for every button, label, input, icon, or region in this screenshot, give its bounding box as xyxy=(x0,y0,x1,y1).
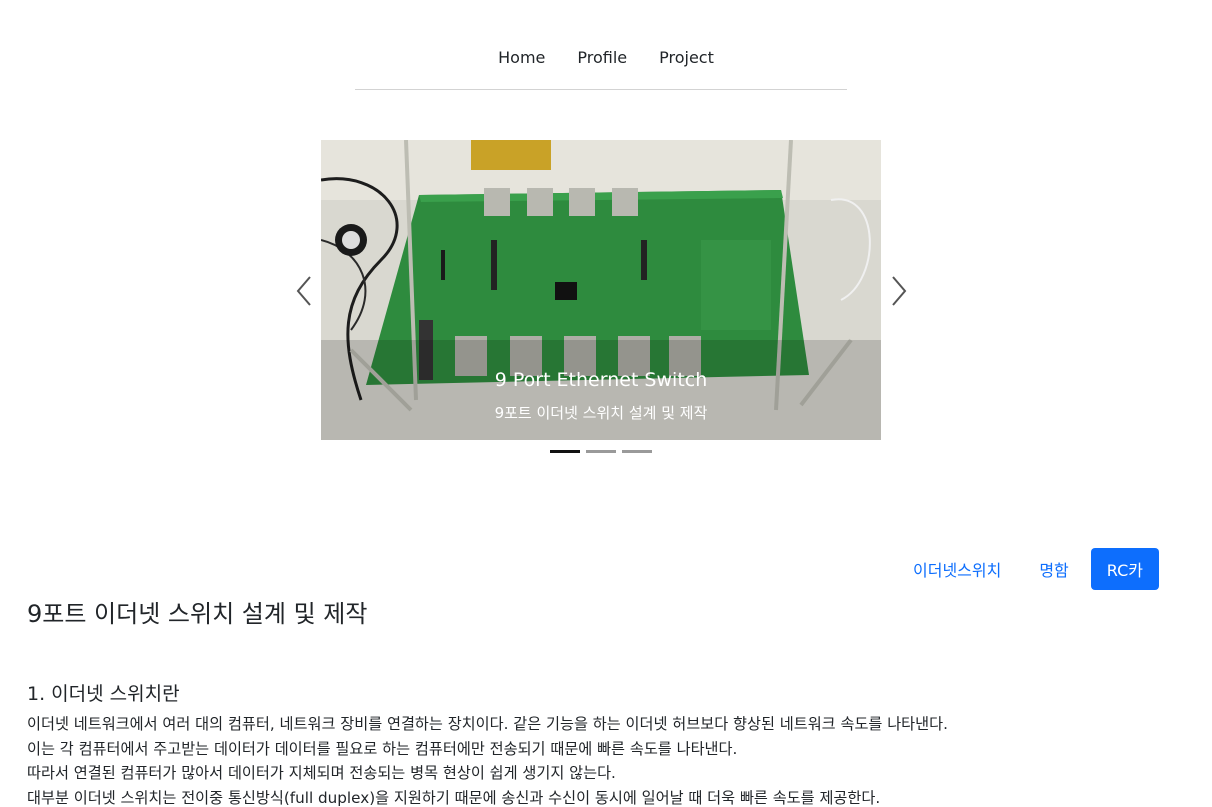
carousel-caption-title: 9 Port Ethernet Switch xyxy=(494,369,708,391)
tab-rc-car[interactable]: RC카 xyxy=(1090,548,1159,590)
carousel-caption-subtitle: 9포트 이더넷 스위치 설계 및 제작 xyxy=(494,404,708,422)
page-title: 9포트 이더넷 스위치 설계 및 제작 xyxy=(27,600,368,628)
section-body: 이더넷 네트워크에서 여러 대의 컴퓨터, 네트워크 장비를 연결하는 장치이다… xyxy=(27,712,1187,807)
project-carousel: 9 Port Ethernet Switch 9포트 이더넷 스위치 설계 및 … xyxy=(321,140,881,440)
body-paragraph: 따라서 연결된 컴퓨터가 많아서 데이터가 지체되며 전송되는 병목 현상이 쉽… xyxy=(27,764,616,782)
section-title: 1. 이더넷 스위치란 xyxy=(27,683,180,705)
nav-profile-link[interactable]: Profile xyxy=(561,44,643,71)
tab-ethernet-switch[interactable]: 이더넷스위치 xyxy=(897,548,1017,590)
carousel-prev-button[interactable] xyxy=(289,274,319,308)
tab-business-card[interactable]: 명함 xyxy=(1023,548,1084,590)
nav-divider xyxy=(355,89,847,90)
body-paragraph: 이더넷 네트워크에서 여러 대의 컴퓨터, 네트워크 장비를 연결하는 장치이다… xyxy=(27,715,948,733)
nav-project-link[interactable]: Project xyxy=(643,44,730,71)
chevron-right-icon xyxy=(892,276,907,306)
carousel-next-button[interactable] xyxy=(884,274,914,308)
carousel-indicator-3[interactable] xyxy=(622,450,652,453)
project-tabs: 이더넷스위치 명함 RC카 xyxy=(897,548,1159,590)
carousel-indicator-2[interactable] xyxy=(586,450,616,453)
chevron-left-icon xyxy=(296,276,311,306)
carousel-indicator-1[interactable] xyxy=(550,450,580,453)
body-paragraph: 대부분 이더넷 스위치는 전이중 통신방식(full duplex)을 지원하기… xyxy=(27,788,881,807)
carousel-indicators xyxy=(550,450,652,453)
body-paragraph: 이는 각 컴퓨터에서 주고받는 데이터가 데이터를 필요로 하는 컴퓨터에만 전… xyxy=(27,739,738,758)
main-nav: Home Profile Project xyxy=(0,44,1212,71)
nav-home-link[interactable]: Home xyxy=(482,44,561,71)
carousel-slide-image xyxy=(321,140,881,440)
